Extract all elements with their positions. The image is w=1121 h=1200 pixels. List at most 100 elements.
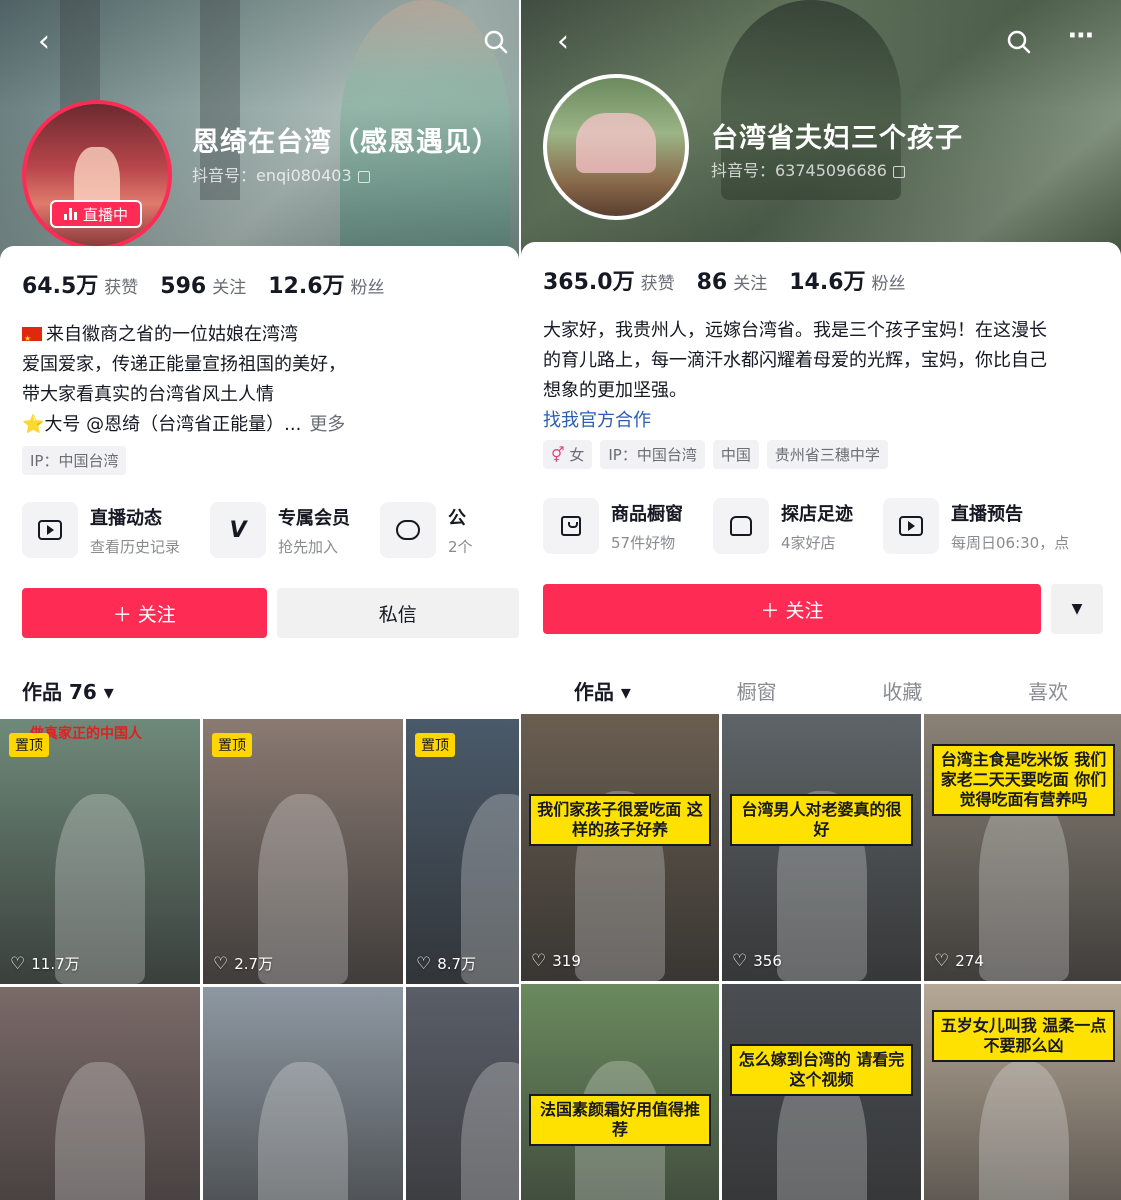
- stat-following[interactable]: 86 关注: [697, 269, 768, 295]
- tab-favorites[interactable]: 收藏: [882, 676, 922, 705]
- follow-button[interactable]: ＋ 关注: [22, 588, 267, 638]
- video-tile[interactable]: 法国素颜霜好用值得推荐: [521, 984, 719, 1200]
- video-tile[interactable]: 做真家正的中国人 置顶 ♡ 11.7万: [0, 719, 200, 984]
- video-caption: 台湾男人对老婆真的很好: [730, 794, 913, 846]
- stats-row: 365.0万 获赞 86 关注 14.6万 粉丝: [543, 264, 906, 296]
- works-tab[interactable]: 作品 76 ▾: [22, 676, 114, 705]
- video-tile[interactable]: 我们家孩子很爱吃面 这样的孩子好养 ♡ 319: [521, 714, 719, 981]
- stat-label: 获赞: [104, 278, 139, 298]
- ip-tag: IP：中国台湾: [22, 446, 127, 475]
- live-badge[interactable]: 直播中: [50, 200, 142, 228]
- tv-icon: [22, 502, 78, 558]
- like-value: 2.7万: [234, 955, 274, 973]
- video-tile[interactable]: [203, 987, 403, 1200]
- back-icon[interactable]: ‹: [24, 22, 64, 62]
- school-tag[interactable]: 贵州省三穗中学: [766, 440, 888, 469]
- more-icon[interactable]: ⋯: [1061, 16, 1101, 56]
- tab-liked[interactable]: 喜欢: [1028, 676, 1068, 705]
- video-tile[interactable]: [0, 987, 200, 1200]
- feature-live-preview[interactable]: 直播预告每周日06:30，点: [883, 498, 1069, 554]
- bio-line: 带大家看真实的台湾省风土人情: [22, 384, 274, 405]
- china-flag-icon: [22, 324, 42, 350]
- stat-followers[interactable]: 12.6万 粉丝: [268, 268, 384, 300]
- feature-subtitle: 查看历史记录: [90, 537, 181, 556]
- video-tile[interactable]: 台湾主食是吃米饭 我们家老二天天要吃面 你们觉得吃面有营养吗 ♡ 274: [924, 714, 1121, 981]
- feature-title: 探店足迹: [781, 503, 853, 525]
- like-value: 319: [552, 952, 581, 970]
- stat-likes[interactable]: 365.0万 获赞: [543, 264, 675, 296]
- bag-icon: [543, 498, 599, 554]
- profile-name: 恩绮在台湾（感恩遇见）: [192, 127, 500, 158]
- tab-works[interactable]: 作品 ▾: [563, 676, 641, 717]
- bio-line: ⭐大号 @恩绮（台湾省正能量）... 更多: [22, 410, 501, 440]
- stat-followers[interactable]: 14.6万 粉丝: [789, 264, 905, 296]
- message-button[interactable]: 私信: [276, 588, 519, 638]
- tag-row: IP：中国台湾: [22, 446, 127, 475]
- copy-icon[interactable]: [892, 165, 905, 178]
- video-tile[interactable]: 台湾男人对老婆真的很好 ♡ 356: [722, 714, 921, 981]
- bio-line: 想象的更加坚强。: [543, 380, 687, 401]
- profile-header: ‹ ⋯ 台湾省夫妇三个孩子 抖音号：63745096686: [521, 0, 1121, 270]
- back-icon[interactable]: ‹: [543, 22, 583, 62]
- video-thumbnail-figure: [978, 791, 1069, 981]
- store-icon: [713, 498, 769, 554]
- pinned-badge: 置顶: [9, 733, 49, 757]
- video-caption: 法国素颜霜好用值得推荐: [529, 1094, 711, 1146]
- video-tile[interactable]: 怎么嫁到台湾的 请看完这个视频: [722, 984, 921, 1200]
- copy-icon[interactable]: [357, 170, 370, 183]
- video-tile[interactable]: 置顶 ♡ 2.7万: [203, 719, 403, 984]
- dropdown-button[interactable]: ▼: [1051, 584, 1103, 634]
- video-thumbnail-figure: [55, 1062, 145, 1200]
- avatar-figure: [576, 112, 656, 173]
- feature-store-visits[interactable]: 探店足迹 4家好店: [713, 498, 853, 554]
- feature-subtitle: 2个: [448, 537, 473, 556]
- video-caption: 五岁女儿叫我 温柔一点不要那么凶: [932, 1010, 1115, 1062]
- feature-subtitle: 57件好物: [611, 533, 676, 552]
- feature-row: 商品橱窗 57件好物 探店足迹 4家好店 直播预告每周日06:30，点: [543, 498, 1069, 554]
- bio: 来自徽商之省的一位姑娘在湾湾 爱国爱家，传递正能量宣扬祖国的美好， 带大家看真实…: [22, 320, 501, 440]
- video-thumbnail-figure: [258, 1062, 348, 1200]
- follow-button[interactable]: ＋ 关注: [543, 584, 1041, 634]
- ip-tag: IP：中国台湾: [600, 440, 705, 469]
- stat-value: 596: [160, 274, 207, 299]
- like-value: 8.7万: [437, 955, 477, 973]
- stat-label: 粉丝: [350, 278, 385, 298]
- feature-group[interactable]: 公 2个: [380, 502, 473, 558]
- tab-shop-window[interactable]: 橱窗: [737, 676, 777, 705]
- video-thumbnail-figure: [461, 1062, 519, 1200]
- feature-live-history[interactable]: 直播动态 查看历史记录: [22, 502, 180, 558]
- feature-title: 直播预告: [951, 503, 1023, 525]
- video-tile[interactable]: [406, 987, 519, 1200]
- heart-icon: ♡: [416, 953, 432, 974]
- bio: 大家好，我贵州人，远嫁台湾省。我是三个孩子宝妈！在这漫长 的育儿路上，每一滴汗水…: [543, 316, 1103, 436]
- feature-membership[interactable]: V 专属会员 抢先加入: [210, 502, 350, 558]
- bio-line: 来自徽商之省的一位姑娘在湾湾: [22, 320, 501, 350]
- stat-value: 86: [696, 270, 728, 295]
- video-tile[interactable]: 五岁女儿叫我 温柔一点不要那么凶: [924, 984, 1121, 1200]
- bio-more-link[interactable]: 更多: [309, 414, 345, 435]
- douyin-id-text: 抖音号：enqi080403: [192, 166, 352, 185]
- feature-subtitle: 每周日06:30，点: [951, 533, 1070, 552]
- action-buttons: ＋ 关注 ▼: [543, 584, 1103, 634]
- feature-subtitle: 抢先加入: [278, 537, 339, 556]
- like-value: 11.7万: [31, 955, 80, 973]
- cooperation-link[interactable]: 找我官方合作: [543, 406, 1103, 436]
- heart-icon: ♡: [934, 951, 950, 971]
- search-icon[interactable]: [999, 22, 1039, 62]
- bio-line: 大家好，我贵州人，远嫁台湾省。我是三个孩子宝妈！在这漫长: [543, 320, 1047, 341]
- stat-label: 关注: [212, 278, 247, 298]
- video-tile[interactable]: 置顶 ♡ 8.7万: [406, 719, 519, 984]
- search-icon[interactable]: [476, 22, 516, 62]
- stat-following[interactable]: 596 关注: [160, 273, 246, 299]
- pinned-badge: 置顶: [212, 733, 252, 757]
- like-count: ♡ 274: [934, 951, 984, 971]
- gender-text: 女: [569, 446, 585, 464]
- feature-subtitle: 4家好店: [781, 533, 836, 552]
- avatar[interactable]: [543, 74, 689, 220]
- tag-row: ⚥ 女 IP：中国台湾 中国 贵州省三穗中学: [543, 440, 888, 469]
- feature-shop-window[interactable]: 商品橱窗 57件好物: [543, 498, 683, 554]
- like-count: ♡ 2.7万: [213, 953, 273, 974]
- bio-line: 爱国爱家，传递正能量宣扬祖国的美好，: [22, 354, 346, 375]
- stat-likes[interactable]: 64.5万 获赞: [22, 268, 138, 300]
- stat-value: 12.6万: [268, 274, 345, 299]
